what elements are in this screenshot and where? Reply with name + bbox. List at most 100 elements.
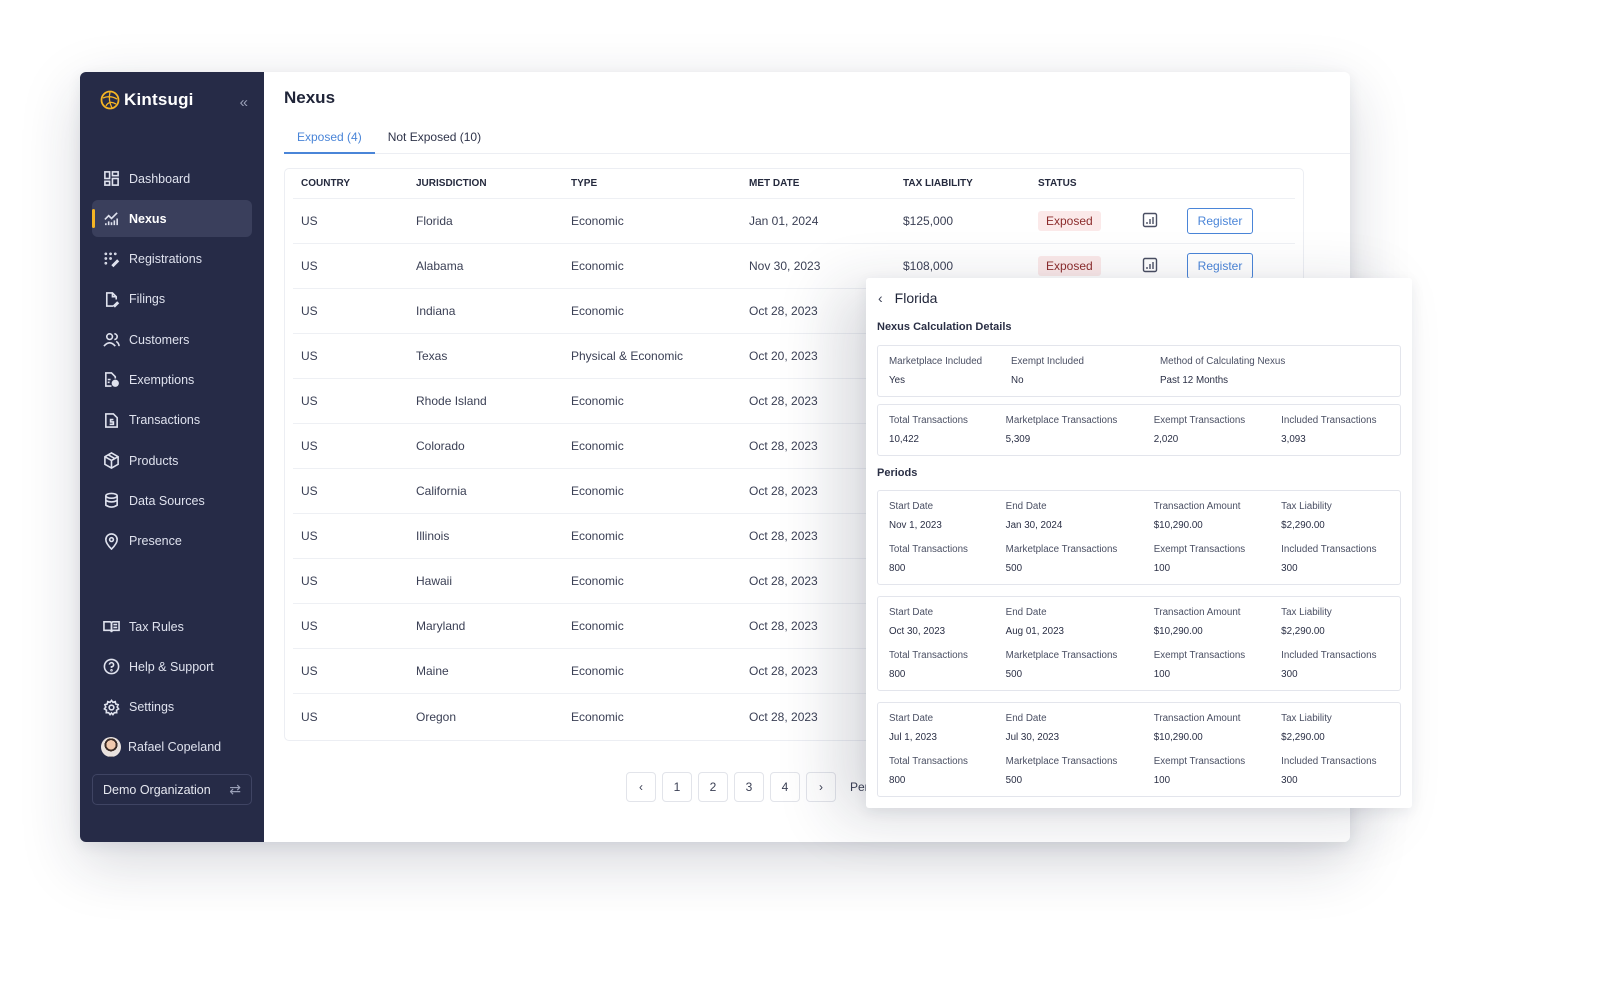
value-method: Past 12 Months (1160, 375, 1229, 386)
sidebar-item-nexus[interactable]: Nexus (92, 200, 252, 238)
label-tax-liability: Tax Liability (1281, 713, 1332, 724)
label-start-date: Start Date (889, 713, 934, 724)
cell-type: Physical & Economic (571, 349, 684, 363)
sidebar-item-presence[interactable]: Presence (92, 523, 252, 560)
prev-page-button[interactable]: ‹ (626, 772, 656, 802)
organization-switcher[interactable]: Demo Organization ⇄ (92, 774, 252, 805)
cell-type: Economic (571, 664, 624, 678)
value-exempt-transactions: 2,020 (1153, 434, 1179, 445)
periods-heading: Periods (877, 467, 918, 479)
location-pin-icon (103, 532, 120, 550)
value-end-date: Aug 01, 2023 (1005, 626, 1064, 637)
sidebar-item-registrations[interactable]: Registrations (92, 241, 252, 278)
sidebar-item-transactions[interactable]: Transactions (92, 402, 252, 439)
cell-tax-liability: $108,000 (903, 259, 954, 273)
help-icon (103, 658, 120, 675)
label-start-date: Start Date (889, 501, 934, 512)
page-button-1[interactable]: 1 (662, 772, 692, 802)
sidebar-bottom-nav: Tax Rules Help & Support Settings Rafael… (92, 608, 252, 766)
sidebar-item-label: Settings (129, 700, 175, 715)
sidebar-item-label: Transactions (129, 413, 201, 428)
period-card: Start Date End Date Transaction Amount Tax … (877, 702, 1401, 797)
label-included-transactions: Included Transactions (1281, 415, 1377, 426)
value-marketplace-included: Yes (889, 375, 905, 386)
report-chart-icon[interactable] (1142, 257, 1158, 273)
cell-met-date: Jan 01, 2024 (749, 214, 819, 228)
tab-bar: Exposed (4) Not Exposed (10) (284, 128, 1350, 154)
label-total-transactions: Total Transactions (889, 650, 968, 661)
label-exempt-included: Exempt Included (1011, 356, 1084, 367)
label-marketplace-transactions: Marketplace Transactions (1005, 544, 1118, 555)
label-total-transactions: Total Transactions (889, 415, 968, 426)
column-header-status[interactable]: STATUS (1038, 178, 1142, 189)
sidebar-item-label: Help & Support (129, 659, 214, 674)
cell-type: Economic (571, 394, 624, 408)
label-exempt-transactions: Exempt Transactions (1153, 415, 1246, 426)
cell-type: Economic (571, 484, 624, 498)
transactions-icon (103, 412, 120, 429)
brand-name: Kintsugi (124, 90, 194, 109)
label-included-transactions: Included Transactions (1281, 650, 1377, 661)
register-button[interactable]: Register (1187, 253, 1253, 279)
nexus-detail-panel: ‹ Florida Nexus Calculation Details Mark… (866, 278, 1412, 808)
swap-arrows-icon: ⇄ (229, 781, 241, 797)
value-marketplace-transactions: 500 (1005, 563, 1023, 574)
value-included-transactions: 3,093 (1281, 434, 1306, 445)
sidebar-item-products[interactable]: Products (92, 442, 252, 479)
value-included-transactions: 300 (1281, 775, 1298, 786)
tab-exposed[interactable]: Exposed (4) (284, 128, 375, 154)
cell-tax-liability: $125,000 (903, 214, 954, 228)
page-button-4[interactable]: 4 (770, 772, 800, 802)
sidebar-item-label: Presence (129, 534, 182, 549)
cell-jurisdiction: Indiana (416, 304, 456, 318)
registrations-icon (103, 251, 120, 268)
report-chart-icon[interactable] (1142, 212, 1158, 228)
sidebar-item-customers[interactable]: Customers (92, 321, 252, 358)
filings-icon (103, 291, 120, 308)
value-tax-liability: $2,290.00 (1281, 520, 1325, 531)
label-included-transactions: Included Transactions (1281, 756, 1377, 767)
sidebar-item-label: Tax Rules (129, 619, 184, 634)
collapse-sidebar-icon[interactable]: « (240, 94, 248, 111)
detail-title: Florida (894, 290, 938, 306)
label-end-date: End Date (1005, 713, 1047, 724)
cell-country: US (301, 259, 318, 273)
label-exempt-transactions: Exempt Transactions (1153, 544, 1246, 555)
cell-country: US (301, 574, 318, 588)
column-header-tax-liability[interactable]: TAX LIABILITY (903, 178, 1038, 189)
cell-country: US (301, 619, 318, 633)
label-marketplace-transactions: Marketplace Transactions (1005, 650, 1118, 661)
cell-jurisdiction: Colorado (416, 439, 465, 453)
dashboard-icon (103, 170, 120, 187)
database-icon (103, 492, 120, 509)
sidebar-item-dashboard[interactable]: Dashboard (92, 160, 252, 197)
value-included-transactions: 300 (1281, 669, 1298, 680)
table-row[interactable]: US Florida Economic Jan 01, 2024 $125,000 Exp… (293, 199, 1295, 244)
column-header-country[interactable]: COUNTRY (293, 178, 416, 189)
value-marketplace-transactions: 500 (1005, 669, 1023, 680)
label-transaction-amount: Transaction Amount (1153, 607, 1241, 618)
tab-not-exposed[interactable]: Not Exposed (10) (375, 128, 494, 154)
column-header-type[interactable]: TYPE (571, 178, 749, 189)
next-page-button[interactable]: › (806, 772, 836, 802)
sidebar-item-exemptions[interactable]: Exemptions (92, 361, 252, 398)
column-header-jurisdiction[interactable]: JURISDICTION (416, 178, 571, 189)
back-chevron-icon[interactable]: ‹ (878, 290, 883, 306)
column-header-met-date[interactable]: MET DATE (749, 178, 903, 189)
sidebar-item-settings[interactable]: Settings (92, 689, 252, 726)
value-marketplace-transactions: 5,309 (1005, 434, 1031, 445)
page-button-3[interactable]: 3 (734, 772, 764, 802)
label-end-date: End Date (1005, 607, 1047, 618)
user-profile[interactable]: Rafael Copeland (92, 729, 252, 766)
sidebar-item-tax-rules[interactable]: Tax Rules (92, 608, 252, 645)
value-start-date: Oct 30, 2023 (889, 626, 946, 637)
sidebar-item-data-sources[interactable]: Data Sources (92, 482, 252, 519)
cell-country: US (301, 709, 318, 724)
sidebar-item-help-support[interactable]: Help & Support (92, 648, 252, 685)
sidebar-item-filings[interactable]: Filings (92, 281, 252, 318)
cell-country: US (301, 214, 318, 228)
label-end-date: End Date (1005, 501, 1047, 512)
brand[interactable]: Kintsugi (100, 90, 194, 110)
register-button[interactable]: Register (1187, 208, 1253, 234)
page-button-2[interactable]: 2 (698, 772, 728, 802)
